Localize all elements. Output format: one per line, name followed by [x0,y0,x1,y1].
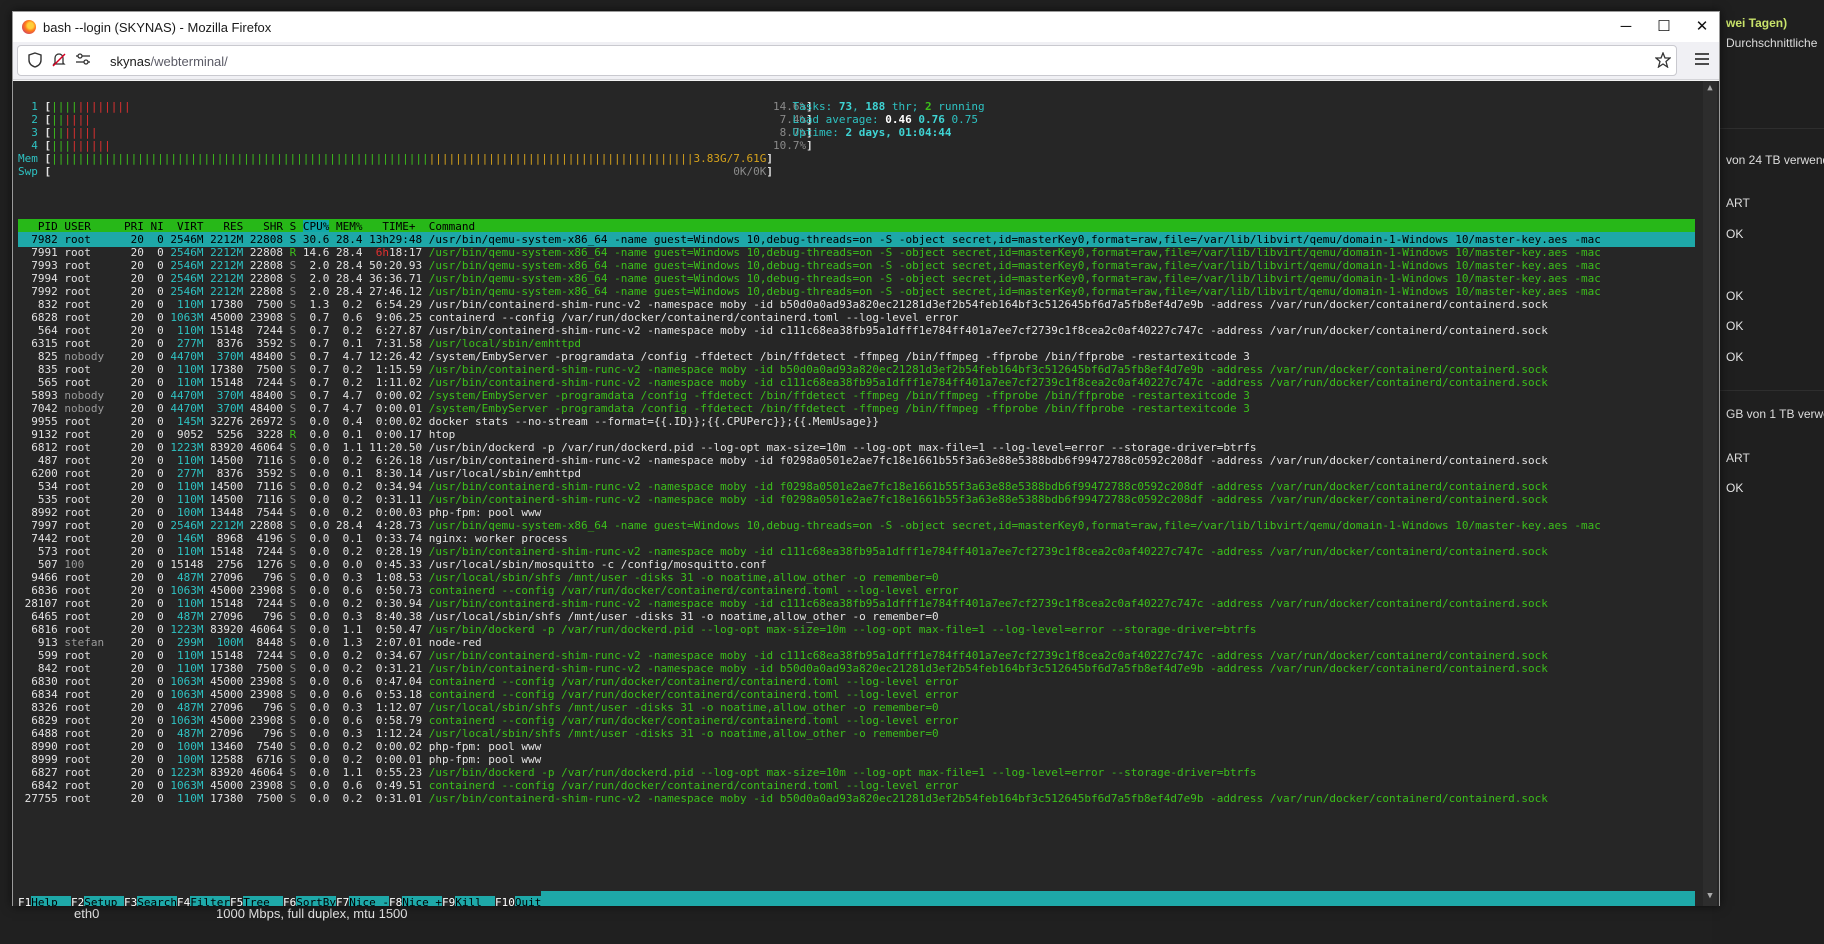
virt: 110M [170,792,211,805]
fkey-label[interactable]: Kill [455,896,495,906]
table-row[interactable]: 27755 root 20 0 110M 17380 7500 S 0.0 0.… [18,791,1695,806]
navigation-bar: skynas/webterminal/ [13,42,1719,80]
fkey-f8[interactable]: F8 [389,896,402,906]
notifications-blocked-icon[interactable] [50,52,68,70]
bg-text: OK [1726,227,1744,241]
bg-text: OK [1726,350,1744,364]
fkey-f9[interactable]: F9 [442,896,455,906]
divider [1712,128,1824,129]
fkey-label[interactable]: Filter [190,896,230,906]
meter-bracket: ] [806,139,813,152]
swap-meter: Swp [ 0K/0K] [18,164,773,179]
scroll-down-icon[interactable]: ▼ [1705,891,1715,901]
uptime-label: Uptime: [792,126,846,139]
iface-name: eth0 [74,906,100,921]
fkey-f6[interactable]: F6 [283,896,296,906]
fkey-f5[interactable]: F5 [230,896,243,906]
bg-text: wei Tagen) [1726,16,1788,30]
summary-line: Uptime: 2 days, 01:04:44 [793,125,952,140]
terminal-viewport[interactable]: 1 [|||||||||||| 14.6%] 2 [|||||| 7.4%] 3… [13,81,1719,906]
scroll-up-icon[interactable]: ▲ [1705,83,1715,93]
fkey-label[interactable]: Help [31,896,71,906]
menu-icon[interactable] [1691,50,1713,72]
command: /usr/bin/containerd-shim-runc-v2 -namesp… [428,792,1548,805]
bg-text: ART [1726,451,1750,465]
iface-speed: 1000 Mbps, full duplex, mtu 1500 [216,906,408,921]
swap-label: Swp [18,165,45,178]
window-title: bash --login (SKYNAS) - Mozilla Firefox [43,20,272,35]
bg-text: ART [1726,196,1750,210]
fkey-label[interactable]: Quit [514,896,542,906]
fkey-bar-fill [541,891,1695,906]
url-text[interactable]: skynas/webterminal/ [110,54,228,69]
uptime-value: 2 days, 01:04:44 [845,126,952,139]
fkey-label[interactable]: SortBy [296,896,336,906]
url-path: /webterminal/ [150,54,228,69]
swap-value: 0K/0K [733,165,767,178]
meter-bracket: ] [766,165,773,178]
user: root [64,792,124,805]
fkey-f4[interactable]: F4 [177,896,190,906]
mem-percent: 0.2 [335,792,370,805]
fkey-f10[interactable]: F10 [495,896,515,906]
fkey-label[interactable]: Tree [243,896,283,906]
nice: 0 [150,792,171,805]
fkey-f3[interactable]: F3 [124,896,137,906]
shr: 7500 [249,792,290,805]
fkey-f7[interactable]: F7 [336,896,349,906]
firefox-logo-icon [22,20,36,34]
firefox-window: bash --login (SKYNAS) - Mozilla Firefox … [12,11,1720,906]
pid: 27755 [18,792,65,805]
permissions-icon[interactable] [74,52,92,70]
network-interface-info: eth0 1000 Mbps, full duplex, mtu 1500 [48,906,408,921]
fkey-label[interactable]: Nice - [349,896,389,906]
bg-text: von 24 TB verwend [1726,153,1824,167]
bookmark-star-icon[interactable] [1654,51,1672,70]
bg-text: GB von 1 TB verwen [1726,407,1824,421]
vertical-scrollbar[interactable]: ▲ ▼ [1703,81,1717,906]
divider [1712,390,1824,391]
close-button[interactable]: ✕ [1679,12,1725,42]
meter-space [51,165,733,178]
bg-text: Durchschnittliche [1726,36,1818,50]
fkey-f2[interactable]: F2 [71,896,84,906]
fkey-label[interactable]: Setup [84,896,124,906]
state: S [289,792,303,805]
title-bar[interactable]: bash --login (SKYNAS) - Mozilla Firefox … [13,12,1719,42]
shield-icon[interactable] [26,52,44,70]
function-key-bar: F1Help F2Setup F3SearchF4FilterF5Tree F6… [18,891,1695,906]
fkey-label[interactable]: Search [137,896,177,906]
url-bar[interactable]: skynas/webterminal/ [17,45,1677,76]
res: 17380 [210,792,250,805]
bg-text: OK [1726,481,1744,495]
time: 0:31.01 [369,792,429,805]
fkey-label[interactable]: Nice + [402,896,442,906]
background-app-panel: wei Tagen) Durchschnittliche von 24 TB v… [1712,0,1824,944]
bg-text: OK [1726,319,1744,333]
fkey-f1[interactable]: F1 [18,896,31,906]
priority: 20 [123,792,151,805]
load-15: 0.75 [951,113,979,126]
cpu-percent: 0.0 [302,792,336,805]
url-host: skynas [110,54,151,69]
bg-text: OK [1726,289,1744,303]
